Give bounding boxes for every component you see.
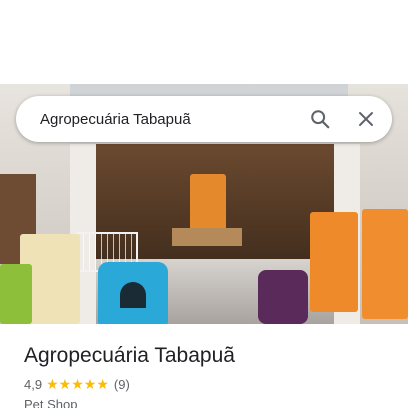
search-bar[interactable]: Agropecuária Tabapuã — [16, 96, 392, 142]
photo-feed-bag — [362, 209, 408, 319]
star-icon: ★ — [58, 376, 72, 392]
photo-feed-bag — [190, 174, 226, 234]
top-blank-area — [0, 0, 408, 84]
photo-feed-bag — [310, 212, 358, 312]
photo-pallet — [172, 228, 242, 246]
photo-doghouse-opening — [120, 282, 146, 308]
review-count[interactable]: (9) — [114, 377, 130, 392]
photo-feed-bag — [0, 264, 32, 324]
rating-stars: ★ ★ ★ ★ ★ — [46, 376, 109, 392]
place-category: Pet Shop — [24, 397, 78, 408]
photo-pet-carrier — [258, 270, 308, 324]
star-icon: ★ — [71, 376, 84, 392]
place-title: Agropecuária Tabapuã — [24, 344, 235, 367]
star-icon: ★ — [46, 376, 59, 392]
star-icon: ★ — [83, 376, 97, 392]
rating-row[interactable]: 4,9 ★ ★ ★ ★ ★ (9) — [24, 376, 130, 392]
rating-value: 4,9 — [24, 376, 43, 392]
close-icon[interactable] — [346, 99, 386, 139]
search-input[interactable]: Agropecuária Tabapuã — [40, 111, 300, 128]
search-icon[interactable] — [300, 99, 340, 139]
star-icon: ★ — [96, 376, 109, 392]
